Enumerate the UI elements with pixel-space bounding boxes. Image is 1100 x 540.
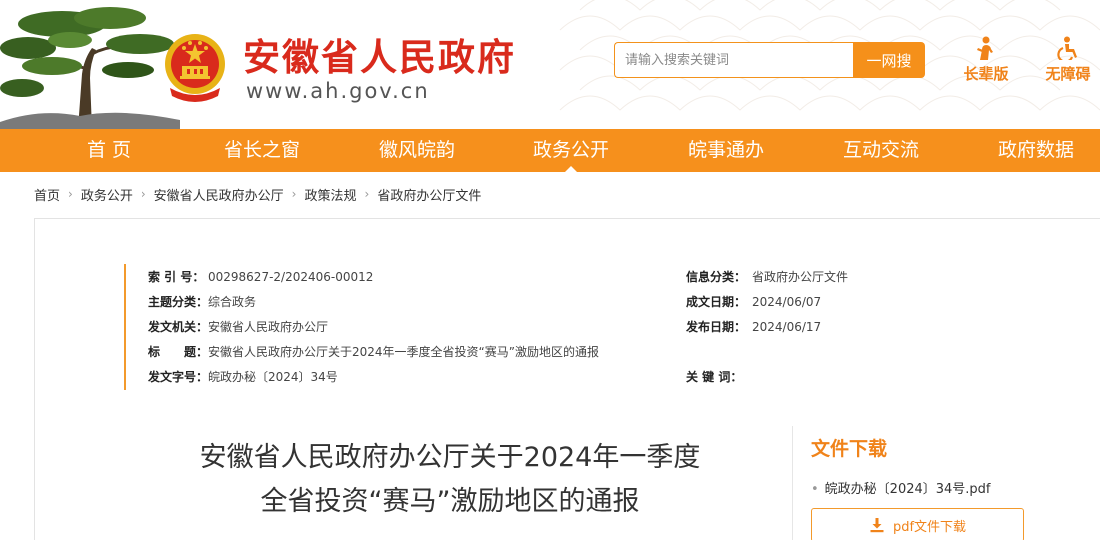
meta-title: 标 题：安徽省人民政府办公厅关于2024年一季度全省投资“赛马”激励地区的通报 xyxy=(148,343,599,361)
meta-doc-number: 发文字号：皖政办秘〔2024〕34号 xyxy=(148,368,338,386)
chevron-right-icon: › xyxy=(364,187,370,201)
meta-value: 综合政务 xyxy=(208,295,257,309)
download-file-link[interactable]: • 皖政办秘〔2024〕34号.pdf xyxy=(811,478,991,497)
bullet-icon: • xyxy=(811,482,819,497)
meta-written-date: 成文日期： 2024/06/07 xyxy=(686,293,821,311)
breadcrumb: 首页 › 政务公开 › 安徽省人民政府办公厅 › 政策法规 › 省政府办公厅文件 xyxy=(34,184,481,204)
meta-keywords: 关 键 词： xyxy=(686,368,752,386)
meta-key: 索 引 号： xyxy=(148,270,205,284)
meta-issuer: 发文机关：安徽省人民政府办公厅 xyxy=(148,318,328,336)
pdf-download-label: pdf文件下载 xyxy=(892,519,967,535)
accessibility-link[interactable]: 无障碍 xyxy=(1038,36,1098,88)
meta-key: 信息分类： xyxy=(686,270,747,284)
nav-item-services[interactable]: 皖事通办 xyxy=(671,129,781,172)
meta-category: 信息分类： 省政府办公厅文件 xyxy=(686,268,848,286)
nav-item-culture[interactable]: 徽风皖韵 xyxy=(362,129,472,172)
accessibility-label: 无障碍 xyxy=(1045,65,1091,83)
meta-key: 成文日期： xyxy=(686,295,747,309)
meta-index-number: 索 引 号： 00298627-2/202406-00012 xyxy=(148,268,373,286)
meta-publish-date: 发布日期： 2024/06/17 xyxy=(686,318,821,336)
national-emblem-icon xyxy=(165,34,225,102)
breadcrumb-general-office[interactable]: 安徽省人民政府办公厅 xyxy=(154,185,284,204)
breadcrumb-home[interactable]: 首页 xyxy=(34,185,60,204)
meta-key: 发文机关： xyxy=(148,320,209,334)
elder-mode-link[interactable]: 长辈版 xyxy=(956,36,1016,88)
site-title[interactable]: 安徽省人民政府 xyxy=(243,36,516,80)
site-header: 安徽省人民政府 www.ah.gov.cn 一网搜 长辈版 无障碍 xyxy=(0,0,1100,129)
site-url: www.ah.gov.cn xyxy=(246,79,430,103)
document-title-line-1: 安徽省人民政府办公厅关于2024年一季度 xyxy=(199,442,701,473)
chevron-right-icon: › xyxy=(291,187,297,201)
meta-key: 主题分类： xyxy=(148,295,209,309)
meta-value: 安徽省人民政府办公厅关于2024年一季度全省投资“赛马”激励地区的通报 xyxy=(208,345,599,359)
meta-topic: 主题分类：综合政务 xyxy=(148,293,256,311)
download-panel-title: 文件下载 xyxy=(811,438,888,460)
main-nav: 首 页 省长之窗 徽风皖韵 政务公开 皖事通办 互动交流 政府数据 xyxy=(0,129,1100,172)
meta-value: 2024/06/07 xyxy=(752,295,822,309)
meta-value: 省政府办公厅文件 xyxy=(752,270,849,284)
meta-key: 发文字号： xyxy=(148,370,209,384)
chevron-right-icon: › xyxy=(140,187,146,201)
meta-value: 2024/06/17 xyxy=(752,320,822,334)
nav-item-gov-affairs[interactable]: 政务公开 xyxy=(516,129,626,172)
breadcrumb-office-documents[interactable]: 省政府办公厅文件 xyxy=(377,185,481,204)
download-panel: 文件下载 • 皖政办秘〔2024〕34号.pdf pdf文件下载 xyxy=(792,426,1052,540)
search-box xyxy=(614,42,854,78)
search-button[interactable]: 一网搜 xyxy=(853,42,925,78)
pine-tree-logo xyxy=(0,7,180,129)
meta-value: 皖政办秘〔2024〕34号 xyxy=(208,370,338,384)
document-metadata: 索 引 号： 00298627-2/202406-00012 主题分类：综合政务 … xyxy=(124,264,744,390)
nav-item-governor[interactable]: 省长之窗 xyxy=(207,129,317,172)
document-title-line-2: 全省投资“赛马”激励地区的通报 xyxy=(260,486,640,517)
nav-item-home[interactable]: 首 页 xyxy=(54,129,164,172)
download-icon xyxy=(870,518,884,533)
pdf-download-button[interactable]: pdf文件下载 xyxy=(811,508,1024,540)
download-file-name: 皖政办秘〔2024〕34号.pdf xyxy=(824,482,991,497)
meta-key: 标 题： xyxy=(148,345,209,359)
breadcrumb-gov-affairs[interactable]: 政务公开 xyxy=(81,185,133,204)
meta-key: 发布日期： xyxy=(686,320,747,334)
document-title: 安徽省人民政府办公厅关于2024年一季度 全省投资“赛马”激励地区的通报 xyxy=(150,436,750,524)
meta-key: 关 键 词： xyxy=(686,370,743,384)
search-input[interactable] xyxy=(615,43,854,77)
elder-mode-label: 长辈版 xyxy=(963,65,1009,83)
nav-item-interaction[interactable]: 互动交流 xyxy=(826,129,936,172)
meta-value: 安徽省人民政府办公厅 xyxy=(208,320,329,334)
elder-icon xyxy=(977,36,993,60)
meta-value: 00298627-2/202406-00012 xyxy=(208,270,374,284)
breadcrumb-policies[interactable]: 政策法规 xyxy=(304,185,356,204)
nav-item-gov-data[interactable]: 政府数据 xyxy=(981,129,1091,172)
accessibility-icon xyxy=(1057,36,1077,60)
chevron-right-icon: › xyxy=(68,187,73,201)
